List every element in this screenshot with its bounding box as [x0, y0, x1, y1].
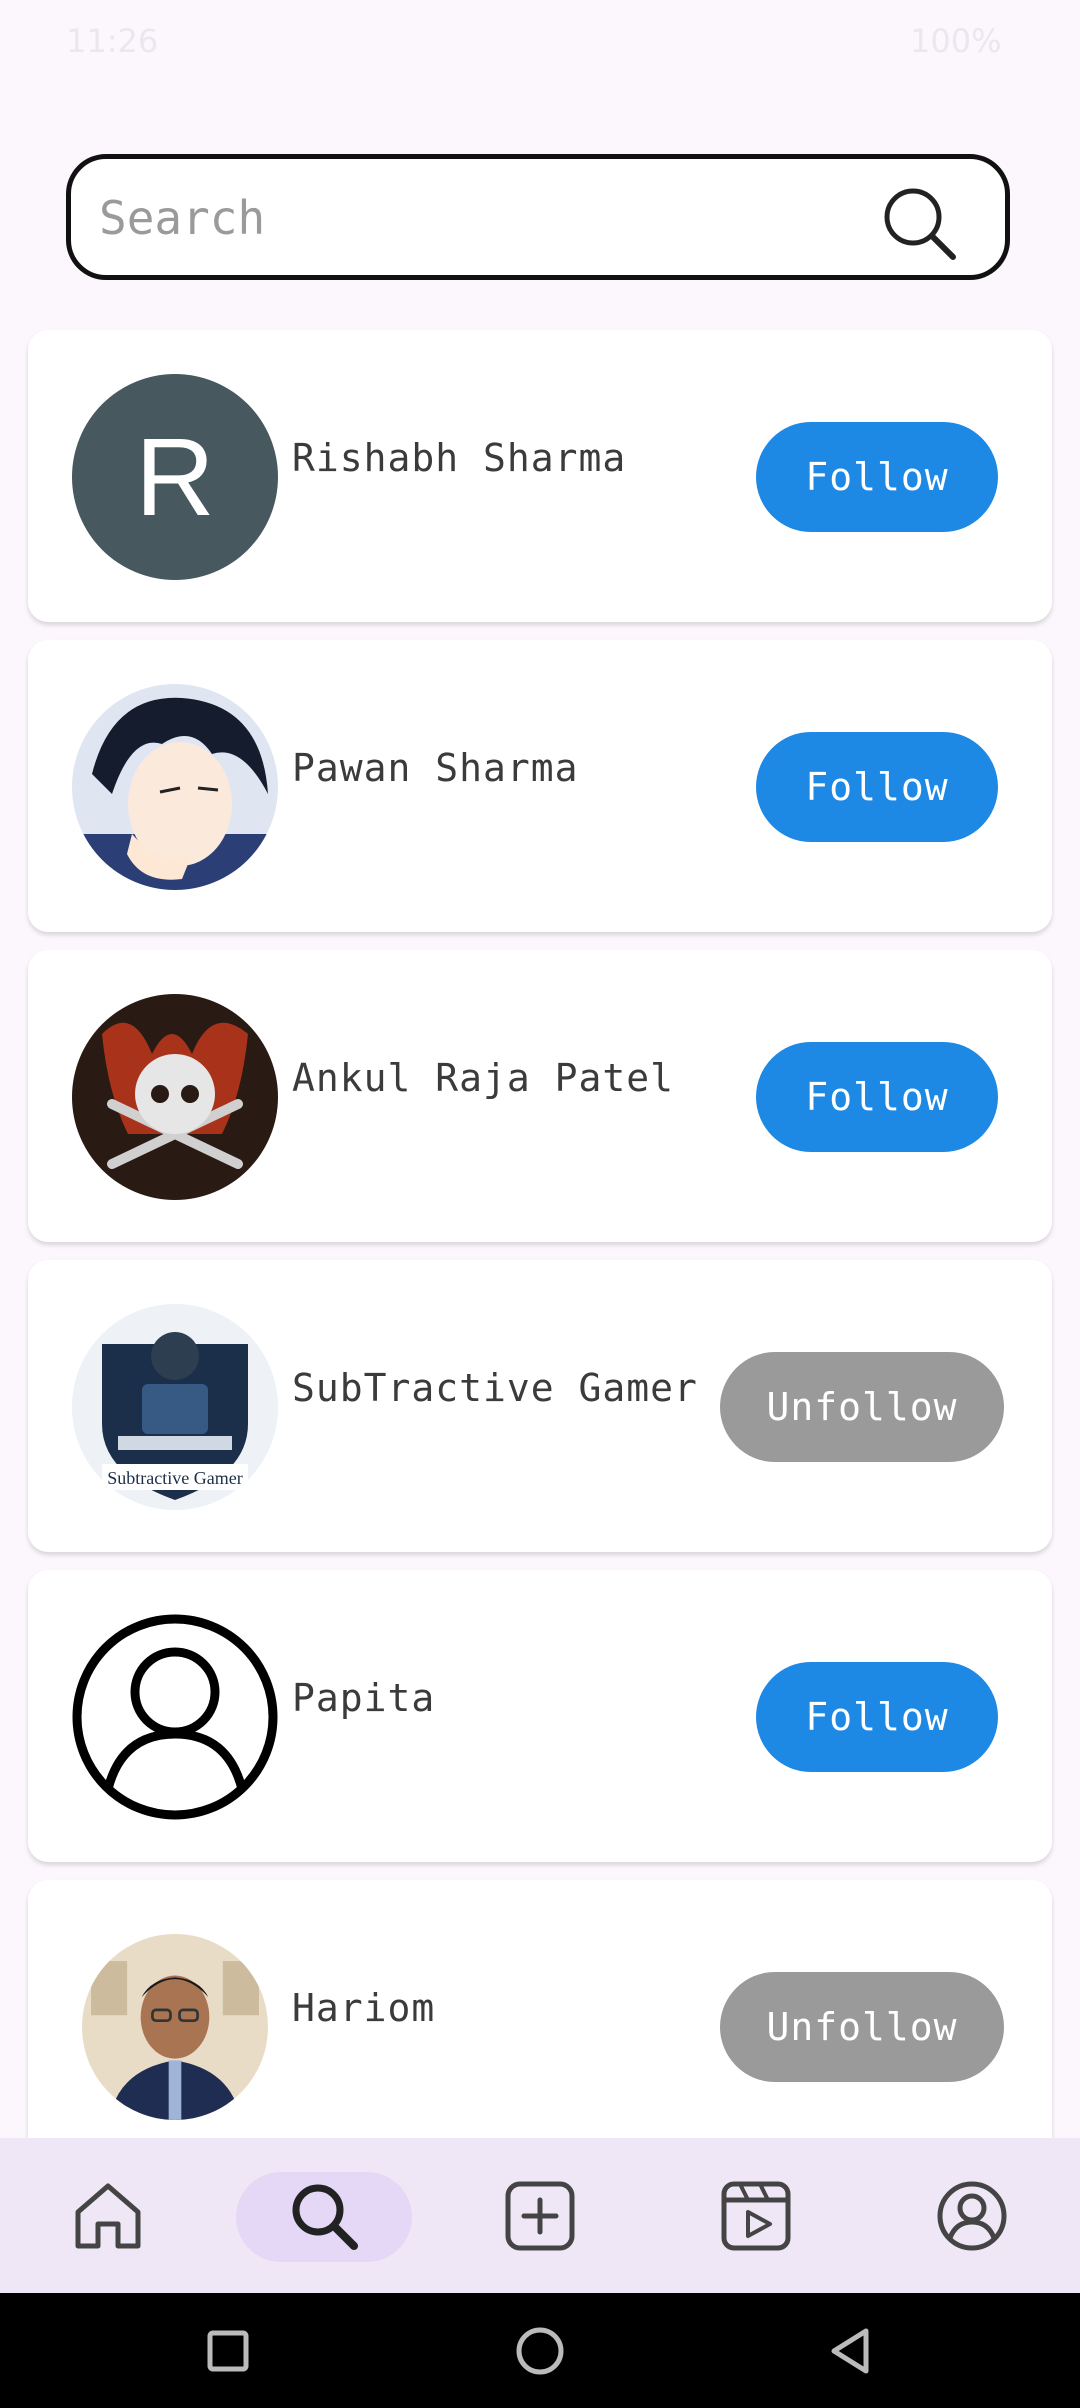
back-icon[interactable]	[822, 2323, 878, 2379]
avatar[interactable]	[72, 684, 278, 890]
user-card-pawan-sharma[interactable]: Pawan Sharma Follow	[28, 640, 1052, 932]
recents-icon[interactable]	[200, 2323, 256, 2379]
photo-man-icon	[82, 1934, 268, 2120]
avatar[interactable]: Subtractive Gamer	[72, 1304, 278, 1510]
home-button-icon[interactable]	[512, 2323, 568, 2379]
reels-icon	[721, 2181, 791, 2251]
follow-button[interactable]: Follow	[756, 732, 998, 842]
gamer-logo-icon: Subtractive Gamer	[72, 1304, 278, 1510]
search-icon[interactable]	[879, 183, 959, 263]
bottom-nav	[0, 2138, 1080, 2293]
unfollow-button[interactable]: Unfollow	[720, 1972, 1004, 2082]
status-bar: 11:26 100%	[0, 0, 1080, 90]
user-name[interactable]: Rishabh Sharma	[292, 436, 626, 480]
nav-add-post[interactable]	[490, 2166, 590, 2266]
user-card-ankul-raja-patel[interactable]: Ankul Raja Patel Follow	[28, 950, 1052, 1242]
user-name[interactable]: Hariom	[292, 1986, 435, 2030]
user-card-papita[interactable]: Papita Follow	[28, 1570, 1052, 1862]
avatar[interactable]	[72, 1614, 278, 1820]
nav-profile[interactable]	[922, 2166, 1022, 2266]
search-bar[interactable]	[66, 154, 1010, 280]
status-time: 11:26	[66, 22, 159, 60]
user-card-rishabh-sharma[interactable]: R Rishabh Sharma Follow	[28, 330, 1052, 622]
avatar[interactable]	[82, 1934, 268, 2120]
follow-button[interactable]: Follow	[756, 422, 998, 532]
user-name[interactable]: Pawan Sharma	[292, 746, 579, 790]
gamer-logo-text: Subtractive Gamer	[107, 1468, 242, 1488]
add-post-icon	[505, 2181, 575, 2251]
profile-icon	[937, 2181, 1007, 2251]
nav-home[interactable]	[58, 2166, 158, 2266]
user-card-subtractive-gamer[interactable]: Subtractive Gamer SubTractive Gamer Unfo…	[28, 1260, 1052, 1552]
avatar[interactable]	[72, 994, 278, 1200]
home-icon	[75, 2183, 141, 2249]
unfollow-button[interactable]: Unfollow	[720, 1352, 1004, 1462]
user-name[interactable]: SubTractive Gamer	[292, 1366, 698, 1410]
default-user-icon	[72, 1614, 278, 1820]
skull-crossbones-icon	[72, 994, 278, 1200]
follow-button[interactable]: Follow	[756, 1662, 998, 1772]
avatar-letter[interactable]: R	[72, 374, 278, 580]
search-icon	[292, 2184, 358, 2250]
follow-button[interactable]: Follow	[756, 1042, 998, 1152]
user-name[interactable]: Papita	[292, 1676, 435, 1720]
user-name[interactable]: Ankul Raja Patel	[292, 1056, 674, 1100]
anime-boy-icon	[72, 684, 278, 890]
nav-reels[interactable]	[706, 2166, 806, 2266]
user-card-hariom[interactable]: Hariom Unfollow	[28, 1880, 1052, 2172]
nav-search[interactable]	[274, 2166, 374, 2266]
search-input[interactable]	[97, 181, 881, 255]
status-battery: 100%	[910, 22, 1002, 60]
system-nav-bar	[0, 2293, 1080, 2408]
